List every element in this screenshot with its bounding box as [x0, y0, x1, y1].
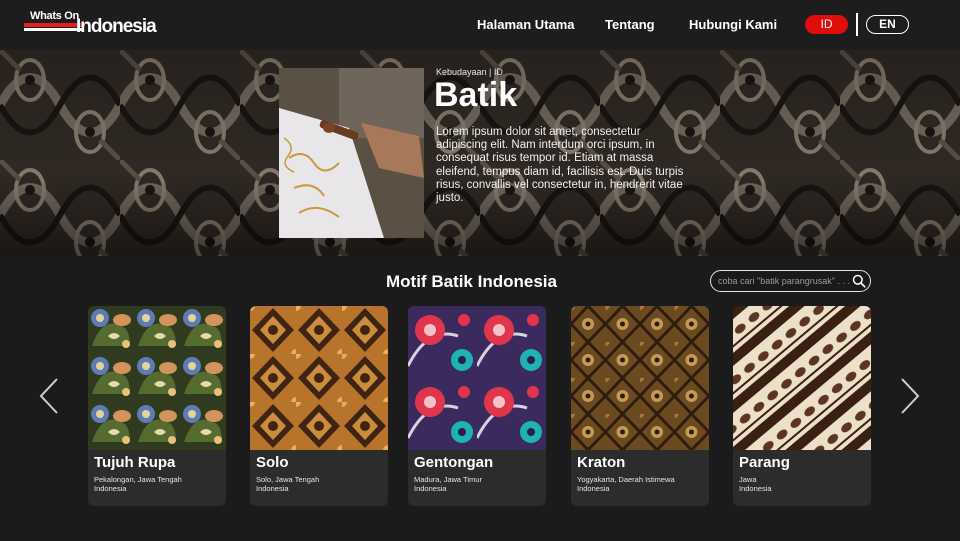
- language-id-button[interactable]: ID: [805, 15, 848, 34]
- search-icon[interactable]: [852, 274, 866, 288]
- batik-card-country: Indonesia: [256, 484, 289, 493]
- batik-card-region: Yogyakarta, Daerah Istimewa: [577, 475, 675, 484]
- batik-card-name: Tujuh Rupa: [94, 454, 176, 471]
- search-input[interactable]: [718, 273, 850, 289]
- batik-card-region: Pekalongan, Jawa Tengah: [94, 475, 182, 484]
- hero-title: Batik: [434, 76, 518, 114]
- carousel-next-arrow-icon[interactable]: [899, 376, 921, 416]
- batik-card-image: [250, 306, 388, 450]
- batik-card-name: Kraton: [577, 454, 626, 471]
- batik-card-region: Solo, Jawa Tengah: [256, 475, 320, 484]
- batik-card-parang[interactable]: Parang Jawa Indonesia: [733, 306, 871, 506]
- logo-text-big: Indonesia: [76, 16, 157, 37]
- batik-card-name: Gentongan: [414, 454, 494, 471]
- site-logo[interactable]: Whats On Indonesia: [24, 10, 157, 37]
- section-title: Motif Batik Indonesia: [386, 272, 557, 291]
- nav-link-contact[interactable]: Hubungi Kami: [689, 17, 777, 32]
- batik-card-image: [571, 306, 709, 450]
- language-divider: [856, 13, 858, 36]
- logo-white-stripe: [24, 28, 82, 31]
- batik-card-gentongan[interactable]: Gentongan Madura, Jawa Timur Indonesia: [408, 306, 546, 506]
- batik-card-country: Indonesia: [94, 484, 127, 493]
- nav-link-home[interactable]: Halaman Utama: [477, 17, 575, 32]
- batik-card-solo[interactable]: Solo Solo, Jawa Tengah Indonesia: [250, 306, 388, 506]
- batik-card-country: Indonesia: [577, 484, 610, 493]
- batik-card-image: [88, 306, 226, 450]
- batik-card-image: [408, 306, 546, 450]
- batik-card-region: Jawa: [739, 475, 757, 484]
- hero-batik-photo: [279, 68, 424, 238]
- logo-text-small: Whats On: [30, 10, 79, 22]
- language-en-button[interactable]: EN: [866, 15, 909, 34]
- batik-card-tujuh-rupa[interactable]: Tujuh Rupa Pekalongan, Jawa Tengah Indon…: [88, 306, 226, 506]
- hero-description: Lorem ipsum dolor sit amet, consectetur …: [436, 126, 684, 205]
- batik-card-country: Indonesia: [739, 484, 772, 493]
- logo-red-stripe: [24, 23, 82, 27]
- hero-banner: Kebudayaan | ID Batik Lorem ipsum dolor …: [0, 50, 960, 256]
- nav-link-about[interactable]: Tentang: [605, 17, 655, 32]
- batik-card-name: Parang: [739, 454, 790, 471]
- batik-card-region: Madura, Jawa Timur: [414, 475, 482, 484]
- batik-card-country: Indonesia: [414, 484, 447, 493]
- batik-card-image: [733, 306, 871, 450]
- batik-card-name: Solo: [256, 454, 289, 471]
- batik-card-kraton[interactable]: Kraton Yogyakarta, Daerah Istimewa Indon…: [571, 306, 709, 506]
- navbar: Whats On Indonesia Halaman Utama Tentang…: [0, 0, 960, 50]
- carousel-prev-arrow-icon[interactable]: [38, 376, 60, 416]
- search-box: [710, 270, 871, 292]
